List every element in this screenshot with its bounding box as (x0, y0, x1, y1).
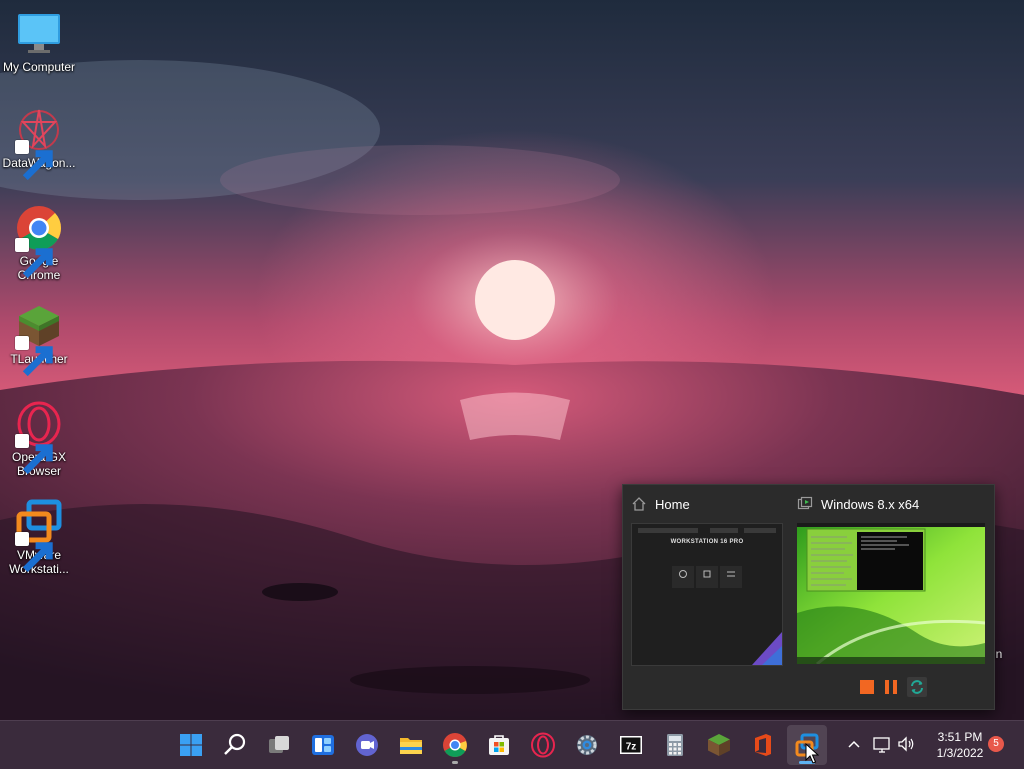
shortcut-arrow-icon (15, 532, 53, 573)
start-icon (180, 734, 202, 756)
shortcut-arrow-icon (15, 336, 53, 377)
vm-running-icon (797, 496, 813, 510)
widgets-button[interactable] (303, 725, 343, 765)
start-button[interactable] (171, 725, 211, 765)
desktop-icon-datawagon[interactable]: DataWagon... (0, 106, 78, 181)
taskbar-chrome-button[interactable] (435, 725, 475, 765)
shortcut-arrow-icon (15, 434, 53, 475)
thumbnail-vm-preview[interactable] (797, 523, 985, 664)
thumbnail-vm-label: Windows 8.x x64 (821, 496, 920, 512)
microsoft-store-button[interactable] (479, 725, 519, 765)
desktop-icon-opera-gx[interactable]: Opera GX Browser (0, 400, 78, 478)
shortcut-arrow-icon (15, 140, 53, 181)
thumbnail-home-preview[interactable]: WORKSTATION 16 PRO (631, 523, 783, 666)
office-icon (755, 734, 771, 756)
network-icon[interactable] (872, 734, 892, 754)
calculator-button[interactable] (655, 725, 695, 765)
monitor-icon (18, 14, 60, 53)
svg-text:7z: 7z (626, 742, 637, 753)
7zip-icon: 7z (620, 736, 642, 754)
teams-chat-button[interactable] (347, 725, 387, 765)
office-button[interactable] (743, 725, 783, 765)
clock-time: 3:51 PM (937, 730, 983, 744)
file-explorer-icon (400, 738, 422, 754)
running-indicator (452, 761, 458, 764)
taskbar-tlauncher-button[interactable] (699, 725, 739, 765)
mouse-cursor-icon (805, 743, 819, 764)
chrome-icon (443, 733, 467, 758)
notification-badge[interactable]: 5 (988, 736, 1004, 752)
taskbar: 7z (0, 720, 1024, 769)
taskbar-clock[interactable]: 3:51 PM 1/3/2022 (924, 729, 996, 761)
file-explorer-button[interactable] (391, 725, 431, 765)
settings-button[interactable] (567, 725, 607, 765)
vm-stop-button[interactable] (857, 677, 877, 697)
teams-chat-icon (356, 734, 378, 756)
vm-restart-button[interactable] (907, 677, 927, 697)
taskbar-thumbnail-popup: Home Windows 8.x x64 WORKSTATION 16 PRO (622, 484, 995, 710)
thumbnail-home-title[interactable]: Home (631, 496, 690, 512)
7zip-button[interactable]: 7z (611, 725, 651, 765)
opera-gx-icon (531, 732, 555, 758)
home-icon (632, 497, 646, 511)
calculator-icon (667, 734, 683, 756)
task-view-icon (269, 736, 289, 753)
thumbnail-vm-title[interactable]: Windows 8.x x64 (797, 496, 919, 512)
thumbnail-home-label: Home (655, 496, 690, 512)
clock-date: 1/3/2022 (936, 746, 984, 760)
settings-icon (577, 735, 597, 755)
chevron-up-icon[interactable] (845, 733, 863, 755)
stop-icon (860, 680, 874, 694)
desktop-icon-vmware[interactable]: VMware Workstati... (0, 498, 78, 576)
store-icon (489, 735, 509, 755)
vm-pause-button[interactable] (881, 677, 901, 697)
restart-icon (911, 680, 923, 694)
taskbar-opera-gx-button[interactable] (523, 725, 563, 765)
desktop-icon-tlauncher[interactable]: TLauncher (0, 302, 78, 377)
grass-block-icon (708, 734, 730, 756)
desktop-icon-google-chrome[interactable]: Google Chrome (0, 204, 78, 282)
search-icon (224, 733, 246, 755)
widgets-icon (312, 735, 334, 755)
volume-icon[interactable] (896, 734, 916, 754)
pause-icon (885, 680, 897, 694)
taskbar-search-button[interactable] (215, 725, 255, 765)
desktop-icon-my-computer[interactable]: My Computer (0, 10, 78, 74)
workstation-heading: WORKSTATION 16 PRO (670, 539, 744, 545)
task-view-button[interactable] (259, 725, 299, 765)
desktop-icon-label: My Computer (2, 60, 76, 74)
shortcut-arrow-icon (15, 238, 53, 279)
